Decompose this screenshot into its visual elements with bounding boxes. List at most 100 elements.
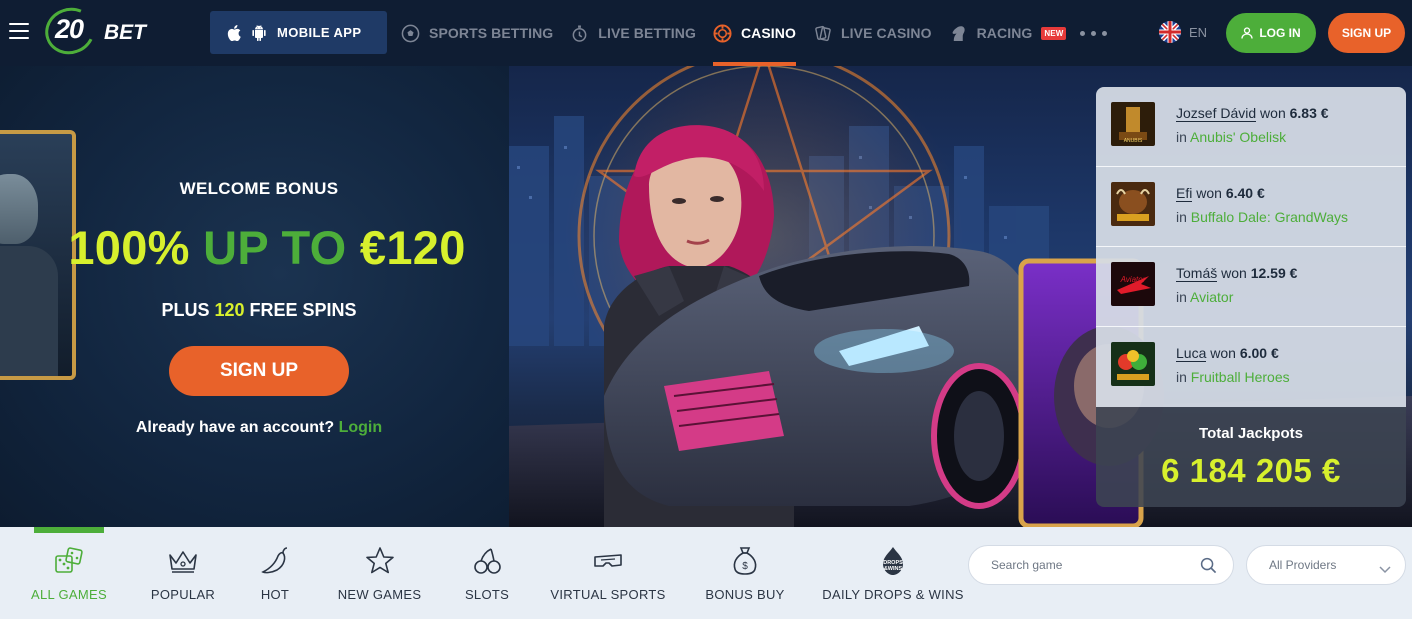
nav-sports-betting[interactable]: SPORTS BETTING (401, 0, 553, 66)
won-amount: 6.83 € (1289, 105, 1329, 121)
playing-cards-icon (813, 24, 832, 43)
nav-label: RACING (976, 25, 1033, 41)
nav-label: LIVE CASINO (841, 25, 932, 41)
user-icon (1241, 27, 1253, 39)
welcome-bonus-panel: WELCOME BONUS 100% UP TO €120 PLUS 120 F… (0, 66, 509, 527)
game-link[interactable]: Anubis' Obelisk (1190, 129, 1286, 145)
nav-racing[interactable]: RACING NEW (949, 0, 1067, 66)
in-text: in (1176, 289, 1187, 305)
header-sign-up-button[interactable]: SIGN UP (1328, 13, 1405, 53)
existing-account-prompt: Already have an account? Login (0, 419, 518, 437)
vr-goggles-icon (592, 545, 624, 577)
spins-suffix: FREE SPINS (249, 300, 357, 320)
free-spins-text: PLUS 120 FREE SPINS (0, 300, 518, 321)
top-header: 20 BET MOBILE APP SPORTS BETTING LIVE BE… (0, 0, 1412, 66)
winner-row: Aviator Tomáš won 12.59 € in Aviator (1096, 247, 1406, 327)
log-in-label: LOG IN (1259, 26, 1301, 40)
stopwatch-icon (570, 24, 589, 43)
category-all-games[interactable]: ALL GAMES (31, 527, 107, 619)
svg-text:&WINS: &WINS (884, 566, 903, 572)
category-new-games[interactable]: NEW GAMES (338, 527, 421, 619)
drops-and-wins-icon: DROPS &WINS (877, 545, 909, 577)
game-link[interactable]: Fruitball Heroes (1191, 369, 1290, 385)
category-virtual-sports[interactable]: VIRTUAL SPORTS (550, 527, 665, 619)
svg-text:ANUBIS: ANUBIS (1124, 138, 1143, 144)
won-amount: 12.59 € (1250, 265, 1298, 281)
casino-chip-icon (713, 23, 732, 43)
game-category-bar: ALL GAMES POPULAR HOT NEW GAMES SLOTS VI… (0, 527, 1412, 619)
svg-text:$: $ (742, 561, 748, 572)
star-icon (364, 545, 396, 577)
winner-line: Jozsef Dávid won 6.83 € (1176, 105, 1329, 122)
page: 20 BET MOBILE APP SPORTS BETTING LIVE BE… (0, 0, 1412, 619)
sign-up-label: SIGN UP (1341, 26, 1392, 40)
hero-sign-up-button[interactable]: SIGN UP (169, 346, 349, 396)
winner-game-line: in Fruitball Heroes (1176, 369, 1290, 385)
login-link[interactable]: Login (339, 419, 383, 436)
search-game-field (968, 545, 1234, 585)
bonus-up-to: UP TO (203, 221, 347, 274)
winners-list: ANUBIS Jozsef Dávid won 6.83 € in Anubis… (1096, 87, 1406, 407)
main-nav: SPORTS BETTING LIVE BETTING CASINO LIVE … (401, 0, 1108, 66)
mobile-app-button[interactable]: MOBILE APP (210, 11, 387, 54)
category-bonus-buy[interactable]: $ BONUS BUY (705, 527, 784, 619)
game-link[interactable]: Aviator (1190, 289, 1233, 305)
nav-live-betting[interactable]: LIVE BETTING (570, 0, 696, 66)
category-label: BONUS BUY (705, 587, 785, 602)
won-text: won (1260, 105, 1286, 121)
language-label: EN (1189, 24, 1208, 40)
category-popular[interactable]: POPULAR (151, 527, 215, 619)
search-input[interactable] (991, 558, 1191, 572)
mobile-app-label: MOBILE APP (277, 25, 362, 40)
crown-icon (167, 545, 199, 577)
game-link[interactable]: Buffalo Dale: GrandWays (1191, 209, 1348, 225)
bonus-max-value: €120 (359, 221, 466, 274)
nav-label: CASINO (740, 25, 797, 41)
category-slots[interactable]: SLOTS (464, 527, 510, 619)
category-label: ALL GAMES (31, 587, 107, 602)
winner-name[interactable]: Luca (1176, 345, 1207, 362)
game-thumbnail[interactable] (1111, 182, 1155, 226)
providers-dropdown[interactable]: All Providers (1246, 545, 1406, 585)
winner-line: Efi won 6.40 € (1176, 185, 1265, 202)
chevron-down-icon (1379, 561, 1391, 579)
category-label: DAILY DROPS & WINS (822, 587, 964, 602)
search-icon[interactable] (1200, 557, 1217, 579)
won-text: won (1196, 185, 1222, 201)
winner-row: ANUBIS Jozsef Dávid won 6.83 € in Anubis… (1096, 87, 1406, 167)
category-hot[interactable]: HOT (260, 527, 290, 619)
logo-text: BET (104, 21, 146, 44)
welcome-bonus-title: WELCOME BONUS (179, 179, 339, 198)
new-badge: NEW (1041, 26, 1067, 40)
in-text: in (1176, 129, 1187, 145)
category-label: SLOTS (464, 587, 510, 602)
category-label: VIRTUAL SPORTS (550, 587, 666, 602)
android-icon (252, 24, 266, 41)
nav-live-casino[interactable]: LIVE CASINO (813, 0, 932, 66)
language-selector[interactable]: EN (1159, 21, 1207, 43)
nav-label: LIVE BETTING (598, 25, 696, 41)
menu-icon[interactable] (9, 23, 29, 41)
log-in-button[interactable]: LOG IN (1226, 13, 1316, 53)
winner-name[interactable]: Jozsef Dávid (1176, 105, 1257, 122)
nav-casino[interactable]: CASINO (712, 0, 797, 66)
game-thumbnail[interactable]: Aviator (1111, 262, 1155, 306)
won-amount: 6.00 € (1239, 345, 1279, 361)
money-bag-icon: $ (729, 545, 761, 577)
category-label: HOT (260, 587, 290, 602)
winner-game-line: in Anubis' Obelisk (1176, 129, 1286, 145)
spins-prefix: PLUS (161, 300, 210, 320)
in-text: in (1176, 369, 1187, 385)
logo[interactable]: 20 BET (38, 0, 157, 62)
jackpot-value: 6 184 205 € (1161, 452, 1341, 489)
winner-row: Efi won 6.40 € in Buffalo Dale: GrandWay… (1096, 167, 1406, 247)
game-thumbnail[interactable] (1111, 342, 1155, 386)
winner-name[interactable]: Tomáš (1176, 265, 1218, 282)
logo-number: 20 (55, 14, 84, 44)
more-menu-icon[interactable] (1080, 30, 1108, 36)
soccer-ball-icon (401, 24, 420, 43)
category-daily-drops-wins[interactable]: DROPS &WINS DAILY DROPS & WINS (822, 527, 963, 619)
winner-name[interactable]: Efi (1176, 185, 1193, 202)
winner-row: Luca won 6.00 € in Fruitball Heroes (1096, 327, 1406, 407)
game-thumbnail[interactable]: ANUBIS (1111, 102, 1155, 146)
